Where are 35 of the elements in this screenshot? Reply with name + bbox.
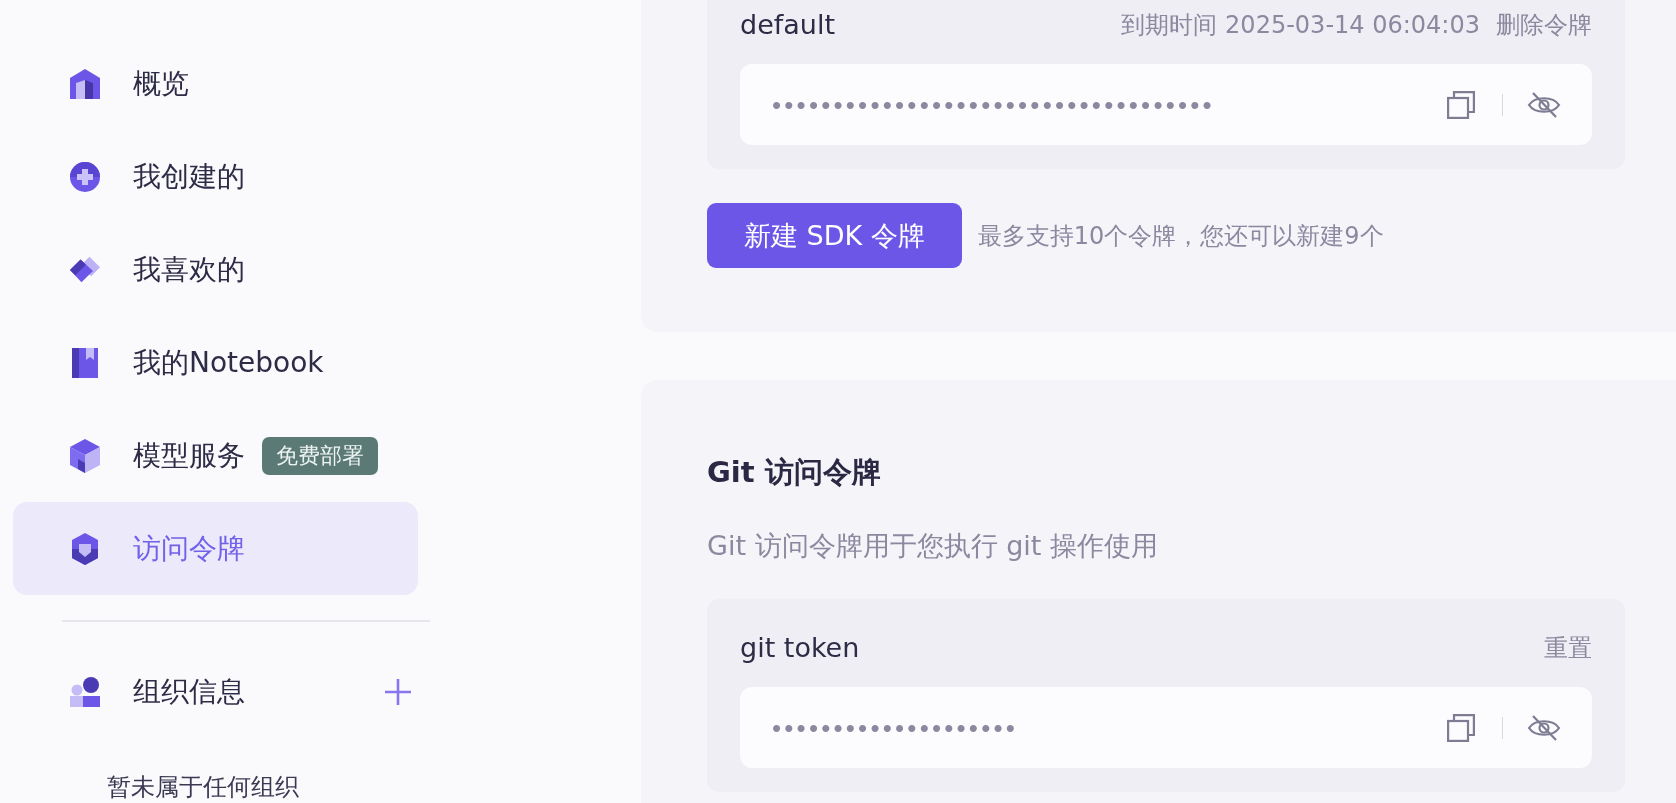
plus-circle-icon xyxy=(70,161,100,192)
nav-item[interactable]: 我创建的 xyxy=(13,130,418,223)
nav-item[interactable]: 我的Notebook xyxy=(13,316,418,409)
people-icon xyxy=(70,677,100,707)
cube-icon xyxy=(70,438,100,473)
nav-item[interactable]: 我喜欢的 xyxy=(13,223,418,316)
section-description: Git 访问令牌用于您执行 git 操作使用 xyxy=(707,529,1159,563)
nav-item[interactable]: 访问令牌 xyxy=(13,502,418,595)
shield-icon xyxy=(72,532,98,565)
plus-icon xyxy=(385,679,411,705)
add-button[interactable] xyxy=(385,679,411,705)
masked-token-text: •••••••••••••••••••••••••••••••••••• xyxy=(772,89,1215,120)
eye-slash-icon xyxy=(1527,713,1561,742)
masked-token-text: •••••••••••••••••••• xyxy=(772,712,1019,743)
promo-badge: 免费部署 xyxy=(262,436,378,475)
section-heading: Git 访问令牌 xyxy=(707,454,882,491)
house-icon xyxy=(70,68,100,99)
token-name: default xyxy=(740,8,835,42)
nav-item[interactable]: 模型服务 免费部署 xyxy=(13,409,418,502)
hint-text: 最多支持10个令牌，您还可以新建9个 xyxy=(977,220,1384,252)
diamond-icon xyxy=(70,254,100,285)
copy-button[interactable] xyxy=(1447,713,1475,742)
token-name: git token xyxy=(740,631,860,665)
copy-icon xyxy=(1447,90,1475,119)
empty-state-text: 暂未属于任何组织 xyxy=(107,772,299,803)
nav-item[interactable]: 概览 xyxy=(13,37,418,130)
create-token-button[interactable]: 新建 SDK 令牌 xyxy=(707,203,962,268)
visibility-button[interactable] xyxy=(1527,713,1561,742)
eye-slash-icon xyxy=(1527,90,1561,119)
visibility-button[interactable] xyxy=(1527,90,1561,119)
copy-icon xyxy=(1447,713,1475,742)
copy-button[interactable] xyxy=(1447,90,1475,119)
section-label: 组织信息 xyxy=(133,674,245,710)
expiry-text: 到期时间 2025-03-14 06:04:03 xyxy=(1121,10,1480,41)
book-icon xyxy=(72,347,98,378)
